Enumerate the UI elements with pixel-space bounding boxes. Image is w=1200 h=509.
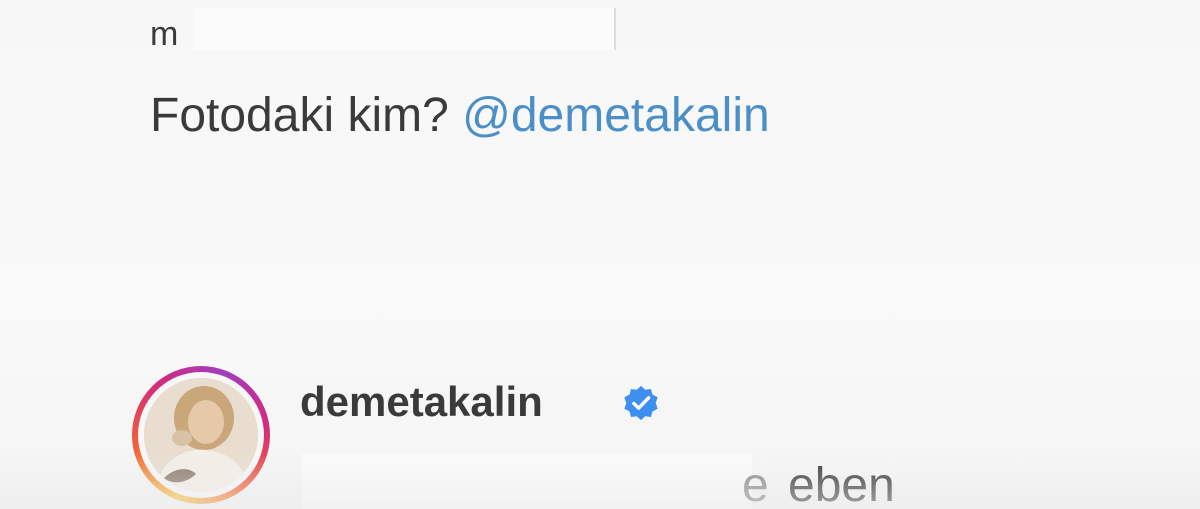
avatar-photo [144, 378, 258, 492]
story-ring[interactable] [132, 366, 270, 504]
redacted-username-area [194, 8, 616, 50]
comment-username[interactable]: m [150, 14, 178, 54]
verified-badge-icon [624, 385, 658, 421]
mention-link[interactable]: @demetakalin [462, 89, 770, 142]
instagram-comment-screenshot: m Fotodaki kim? @demetakalin demetakalin [0, 0, 1200, 509]
reply-partial-char: e [742, 459, 769, 509]
comment-text: Fotodaki kim? @demetakalin [150, 88, 770, 144]
avatar[interactable] [144, 378, 258, 492]
comment-body: Fotodaki kim? [150, 89, 449, 142]
reply-item: demetakalin e eben [132, 366, 1032, 509]
redacted-reply-area [302, 454, 752, 509]
reply-text: eben [788, 459, 895, 509]
reply-username[interactable]: demetakalin [300, 378, 543, 426]
